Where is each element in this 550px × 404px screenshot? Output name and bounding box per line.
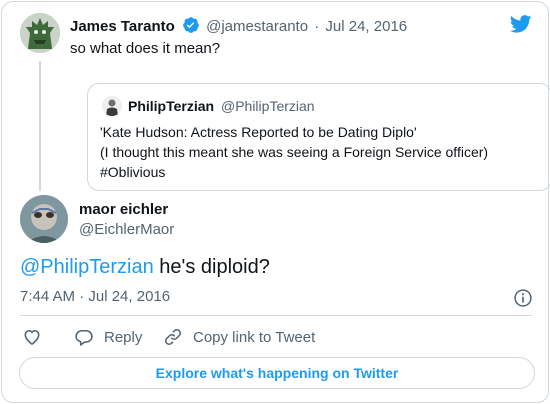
main-tweet-body: he's diploid? bbox=[153, 256, 270, 278]
parent-tweet[interactable]: James Taranto @jamestaranto · Jul 24, 20… bbox=[20, 13, 550, 191]
copy-link-button[interactable]: Copy link to Tweet bbox=[163, 326, 315, 348]
parent-author-name[interactable]: James Taranto bbox=[70, 18, 175, 35]
quoted-author-avatar[interactable] bbox=[102, 96, 122, 116]
parent-tweet-text: so what does it mean? bbox=[70, 40, 221, 57]
quoted-tweet-header: PhilipTerzian @PhilipTerzian bbox=[128, 98, 315, 114]
quoted-line: 'Kate Hudson: Actress Reported to be Dat… bbox=[100, 124, 417, 140]
reply-button[interactable]: Reply bbox=[74, 326, 142, 348]
quoted-author-handle[interactable]: @PhilipTerzian bbox=[221, 98, 315, 114]
quoted-tweet[interactable]: PhilipTerzian @PhilipTerzian 'Kate Hudso… bbox=[87, 83, 550, 191]
quoted-line: (I thought this meant she was seeing a F… bbox=[100, 144, 489, 160]
link-icon bbox=[165, 329, 181, 345]
like-button[interactable] bbox=[22, 326, 42, 348]
thread-connector-line bbox=[39, 61, 41, 191]
verified-badge-icon bbox=[182, 16, 200, 38]
meta-separator: · bbox=[314, 18, 320, 35]
parent-tweet-header: James Taranto @jamestaranto · Jul 24, 20… bbox=[70, 16, 407, 38]
main-tweet-text: @PhilipTerzian he's diploid? bbox=[20, 256, 270, 279]
parent-author-handle[interactable]: @jamestaranto bbox=[206, 18, 308, 35]
embedded-tweet-card: James Taranto @jamestaranto · Jul 24, 20… bbox=[1, 1, 550, 403]
info-icon[interactable] bbox=[513, 288, 533, 313]
quoted-tweet-text: 'Kate Hudson: Actress Reported to be Dat… bbox=[100, 122, 488, 182]
parent-author-avatar[interactable] bbox=[20, 13, 60, 53]
main-author-handle[interactable]: @EichlerMaor bbox=[79, 221, 174, 238]
main-author-name[interactable]: maor eichler bbox=[79, 201, 168, 218]
twitter-bird-icon[interactable] bbox=[509, 15, 532, 38]
reply-bubble-icon bbox=[75, 329, 93, 346]
main-author-avatar[interactable] bbox=[20, 195, 68, 243]
parent-tweet-date[interactable]: Jul 24, 2016 bbox=[325, 18, 407, 35]
mention-link[interactable]: @PhilipTerzian bbox=[20, 256, 154, 278]
copy-link-label: Copy link to Tweet bbox=[193, 328, 316, 346]
quoted-hashtag: #Oblivious bbox=[100, 164, 166, 180]
quoted-author-name[interactable]: PhilipTerzian bbox=[128, 98, 214, 114]
divider bbox=[20, 315, 532, 316]
reply-label: Reply bbox=[104, 328, 143, 346]
heart-icon bbox=[24, 329, 40, 345]
explore-twitter-button[interactable]: Explore what's happening on Twitter bbox=[19, 357, 535, 389]
tweet-timestamp[interactable]: 7:44 AM · Jul 24, 2016 bbox=[20, 288, 170, 305]
